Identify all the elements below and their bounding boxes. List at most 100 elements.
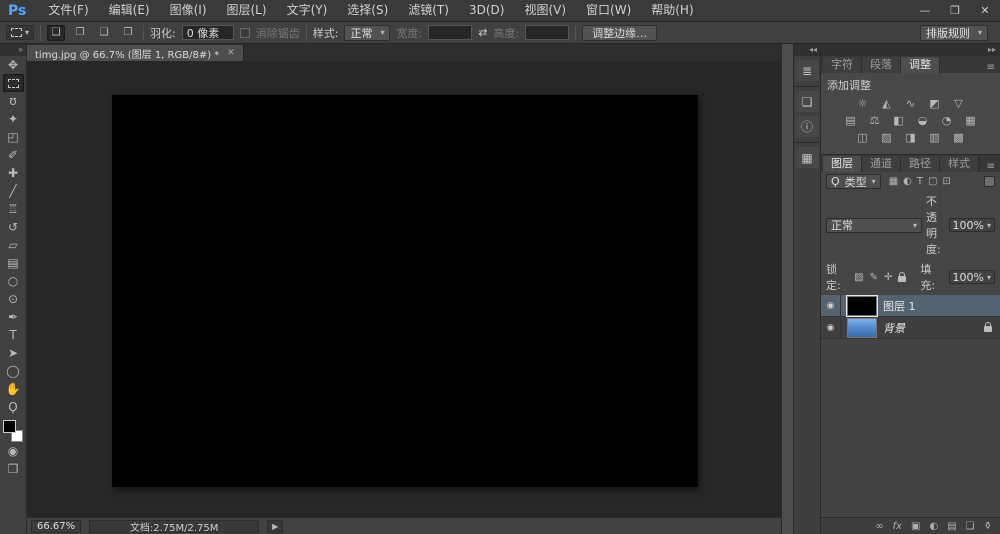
clone-source-panel-button[interactable]: ❏ (796, 91, 819, 112)
hand-tool[interactable]: ✋ (3, 380, 24, 398)
menu-layer[interactable]: 图层(L) (217, 0, 277, 21)
tab-layers[interactable]: 图层 (823, 156, 862, 172)
menu-filter[interactable]: 滤镜(T) (398, 0, 459, 21)
gradient-tool[interactable]: ▤ (3, 254, 24, 272)
height-input[interactable] (525, 25, 569, 40)
subtract-from-selection-button[interactable]: ❑ (95, 25, 113, 41)
gradient-map-icon[interactable]: ▥ (926, 131, 943, 144)
minimize-button[interactable]: — (910, 0, 940, 21)
visibility-toggle[interactable]: ◉ (821, 295, 841, 316)
link-layers-icon[interactable]: ∞ (875, 521, 883, 532)
filter-shape-icon[interactable]: ▢ (928, 176, 937, 187)
swatches-panel-button[interactable]: ▦ (796, 147, 819, 168)
anti-alias-checkbox[interactable] (240, 28, 250, 38)
zoom-tool[interactable]: Ϙ (3, 398, 24, 416)
menu-3d[interactable]: 3D(D) (459, 0, 514, 21)
new-selection-button[interactable]: ❏ (47, 25, 65, 41)
selective-color-icon[interactable]: ▩ (950, 131, 967, 144)
path-selection-tool[interactable]: ➤ (3, 344, 24, 362)
lock-all-icon[interactable] (898, 276, 906, 282)
blur-tool[interactable]: ○ (3, 272, 24, 290)
layer-name[interactable]: 背景 (883, 320, 905, 336)
color-swatches[interactable] (3, 420, 23, 442)
swap-dimensions-icon[interactable]: ⇄ (478, 26, 487, 39)
menu-edit[interactable]: 编辑(E) (99, 0, 160, 21)
black-white-icon[interactable]: ◧ (890, 114, 907, 127)
tools-collapse-button[interactable]: » (0, 44, 26, 56)
pen-tool[interactable]: ✒ (3, 308, 24, 326)
layers-empty-area[interactable] (821, 339, 1000, 517)
quick-mask-button[interactable]: ◉ (3, 442, 24, 460)
color-lookup-icon[interactable]: ▦ (962, 114, 979, 127)
tab-channels[interactable]: 通道 (862, 156, 901, 172)
filter-smart-object-icon[interactable]: ⊡ (942, 176, 950, 187)
photo-filter-icon[interactable]: ◒ (914, 114, 931, 127)
screen-mode-button[interactable]: ❐ (3, 460, 24, 478)
color-balance-icon[interactable]: ⚖ (866, 114, 883, 127)
layer-row-1[interactable]: ◉ 图层 1 (821, 295, 1000, 317)
levels-icon[interactable]: ◭ (878, 97, 895, 110)
lock-transparency-icon[interactable]: ▨ (854, 272, 863, 283)
tool-preset-picker[interactable]: ▾ (6, 25, 34, 40)
menu-type[interactable]: 文字(Y) (277, 0, 338, 21)
info-panel-button[interactable]: ⓘ (796, 116, 819, 137)
new-layer-icon[interactable]: ❏ (966, 521, 975, 532)
new-group-icon[interactable]: ▤ (947, 521, 956, 532)
panel-collapse-button[interactable]: ▸▸ (821, 44, 1000, 56)
document-tab[interactable]: timg.jpg @ 66.7% (图层 1, RGB/8#) * ✕ (27, 45, 244, 61)
status-options-button[interactable]: ▶ (267, 520, 283, 533)
exposure-icon[interactable]: ◩ (926, 97, 943, 110)
image-layer-black[interactable] (112, 95, 698, 487)
posterize-icon[interactable]: ▨ (878, 131, 895, 144)
visibility-toggle[interactable]: ◉ (821, 317, 841, 338)
layer-name[interactable]: 图层 1 (883, 298, 916, 314)
vibrance-icon[interactable]: ▽ (950, 97, 967, 110)
spot-healing-brush-tool[interactable]: ✚ (3, 164, 24, 182)
tab-paragraph[interactable]: 段落 (862, 57, 901, 73)
tab-character[interactable]: 字符 (823, 57, 862, 73)
add-layer-mask-icon[interactable]: ▣ (911, 521, 920, 532)
zoom-level-field[interactable]: 66.67% (31, 520, 81, 533)
menu-view[interactable]: 视图(V) (514, 0, 576, 21)
delete-layer-icon[interactable]: ⚱ (984, 521, 992, 532)
menu-window[interactable]: 窗口(W) (576, 0, 641, 21)
lock-pixels-icon[interactable]: ✎ (870, 272, 878, 283)
new-adjustment-layer-icon[interactable]: ◐ (929, 521, 938, 532)
layer-thumbnail[interactable] (847, 296, 877, 316)
filter-pixel-icon[interactable]: ▦ (889, 176, 898, 187)
filter-adjustment-icon[interactable]: ◐ (903, 176, 912, 187)
panel-menu-icon[interactable]: ≡ (987, 161, 1000, 172)
menu-file[interactable]: 文件(F) (38, 0, 98, 21)
hue-saturation-icon[interactable]: ▤ (842, 114, 859, 127)
filter-kind-select[interactable]: Ϙ 类型 ▾ (826, 174, 881, 189)
quick-selection-tool[interactable]: ✦ (3, 110, 24, 128)
canvas[interactable] (27, 61, 781, 517)
invert-icon[interactable]: ◫ (854, 131, 871, 144)
menu-help[interactable]: 帮助(H) (641, 0, 703, 21)
blend-mode-select[interactable]: 正常 ▾ (826, 218, 922, 233)
history-panel-button[interactable]: ≣ (796, 60, 819, 81)
eyedropper-tool[interactable]: ✐ (3, 146, 24, 164)
lasso-tool[interactable]: ʊ (3, 92, 24, 110)
workspace-select[interactable]: 排版规则 ▾ (920, 25, 988, 41)
close-button[interactable]: ✕ (970, 0, 1000, 21)
clone-stamp-tool[interactable]: ♖ (3, 200, 24, 218)
crop-tool[interactable]: ◰ (3, 128, 24, 146)
filter-toggle-switch[interactable] (984, 176, 995, 187)
panel-splitter[interactable] (781, 44, 794, 534)
menu-select[interactable]: 选择(S) (337, 0, 398, 21)
threshold-icon[interactable]: ◨ (902, 131, 919, 144)
fill-field[interactable]: 100% ▾ (949, 270, 995, 284)
brush-tool[interactable]: ╱ (3, 182, 24, 200)
channel-mixer-icon[interactable]: ◔ (938, 114, 955, 127)
tab-close-icon[interactable]: ✕ (227, 48, 235, 58)
tab-styles[interactable]: 样式 (940, 156, 979, 172)
add-to-selection-button[interactable]: ❐ (71, 25, 89, 41)
refine-edge-button[interactable]: 调整边缘… (582, 25, 657, 41)
history-brush-tool[interactable]: ↺ (3, 218, 24, 236)
dodge-tool[interactable]: ⊙ (3, 290, 24, 308)
opacity-field[interactable]: 100% ▾ (949, 218, 995, 232)
eraser-tool[interactable]: ▱ (3, 236, 24, 254)
lock-position-icon[interactable]: ✛ (884, 272, 892, 283)
panel-menu-icon[interactable]: ≡ (987, 62, 1000, 73)
